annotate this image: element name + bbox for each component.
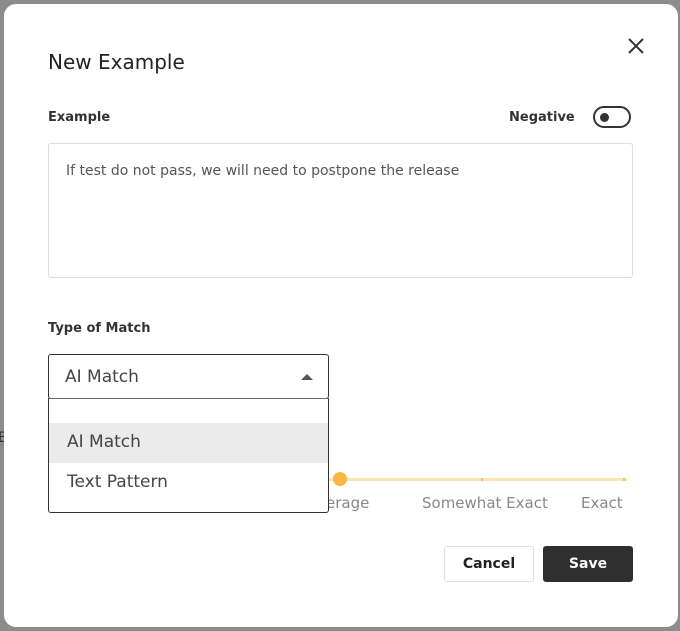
modal-title: New Example xyxy=(48,50,185,74)
option-text-pattern[interactable]: Text Pattern xyxy=(49,463,328,503)
select-value: AI Match xyxy=(65,367,139,387)
slider-label-exact: Exact xyxy=(581,494,623,512)
option-ai-match[interactable]: AI Match xyxy=(49,423,328,463)
toggle-knob xyxy=(600,113,609,122)
type-of-match-label: Type of Match xyxy=(48,321,151,336)
exactness-slider-track[interactable] xyxy=(314,478,627,481)
example-textarea[interactable]: If test do not pass, we will need to pos… xyxy=(48,143,633,278)
negative-label: Negative xyxy=(509,110,575,125)
slider-label-average: erage xyxy=(326,494,370,512)
match-type-select[interactable]: AI Match xyxy=(48,354,329,399)
match-type-dropdown-menu: AI Match Text Pattern xyxy=(48,398,329,513)
example-label: Example xyxy=(48,110,111,125)
cancel-button[interactable]: Cancel xyxy=(444,546,534,582)
negative-toggle[interactable] xyxy=(593,106,631,128)
exactness-slider-thumb[interactable] xyxy=(333,472,347,486)
new-example-modal: New Example Example Negative If test do … xyxy=(4,4,678,627)
slider-tick xyxy=(623,478,625,481)
slider-label-somewhat-exact: Somewhat Exact xyxy=(422,494,548,512)
slider-tick xyxy=(481,478,483,481)
save-button[interactable]: Save xyxy=(543,546,633,582)
caret-up-icon xyxy=(301,374,313,380)
close-icon[interactable] xyxy=(624,34,648,58)
